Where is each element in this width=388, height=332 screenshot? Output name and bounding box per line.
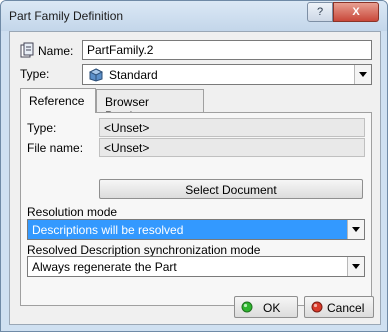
select-document-label: Select Document: [185, 183, 277, 197]
ref-type-label: Type:: [27, 121, 57, 135]
ok-button[interactable]: OK: [234, 296, 298, 318]
chevron-down-icon[interactable]: [354, 65, 371, 84]
resolution-label: Resolution mode: [27, 205, 118, 219]
select-document-button[interactable]: Select Document: [99, 179, 363, 199]
sync-value: Always regenerate the Part: [32, 260, 177, 274]
sync-label: Resolved Description synchronization mod…: [27, 243, 261, 257]
tab-reference[interactable]: Reference: [20, 88, 96, 113]
cancel-icon: [311, 301, 323, 313]
type-label: Type:: [20, 67, 50, 81]
name-label: Name:: [38, 44, 74, 58]
title-bar[interactable]: Part Family Definition ? X: [1, 1, 387, 31]
cancel-label: Cancel: [327, 301, 365, 315]
close-icon: X: [352, 6, 360, 18]
name-value: PartFamily.2: [87, 43, 154, 57]
dialog-window: Part Family Definition ? X Name: PartFam…: [0, 0, 388, 332]
dialog-body: Name: PartFamily.2 Type: Standard Refere…: [9, 31, 381, 325]
ok-icon: [241, 301, 253, 313]
close-button[interactable]: X: [333, 2, 379, 22]
help-button[interactable]: ?: [307, 2, 333, 22]
ok-label: OK: [263, 301, 281, 315]
ref-file-field: <Unset>: [99, 138, 365, 157]
reference-panel: Type: <Unset> File name: <Unset> Select …: [20, 112, 372, 306]
chevron-down-icon[interactable]: [347, 257, 364, 276]
name-icon: [20, 42, 34, 58]
help-icon: ?: [316, 6, 324, 18]
resolution-value: Descriptions will be resolved: [32, 223, 184, 237]
tab-reference-label: Reference: [29, 94, 85, 108]
ref-type-field: <Unset>: [99, 118, 365, 137]
chevron-down-icon[interactable]: [347, 220, 364, 239]
sync-dropdown[interactable]: Always regenerate the Part: [27, 256, 365, 277]
tab-browser-preview[interactable]: Browser Preview: [96, 89, 204, 123]
type-dropdown[interactable]: Standard: [82, 64, 372, 85]
window-title: Part Family Definition: [9, 9, 124, 23]
ref-type-value: <Unset>: [104, 121, 150, 135]
ref-file-value: <Unset>: [104, 141, 150, 155]
type-value: Standard: [109, 68, 158, 82]
cancel-button[interactable]: Cancel: [304, 296, 374, 318]
name-input[interactable]: PartFamily.2: [82, 40, 372, 60]
resolution-dropdown[interactable]: Descriptions will be resolved: [27, 219, 365, 240]
cube-icon: [88, 68, 104, 82]
ref-file-label: File name:: [27, 141, 84, 155]
